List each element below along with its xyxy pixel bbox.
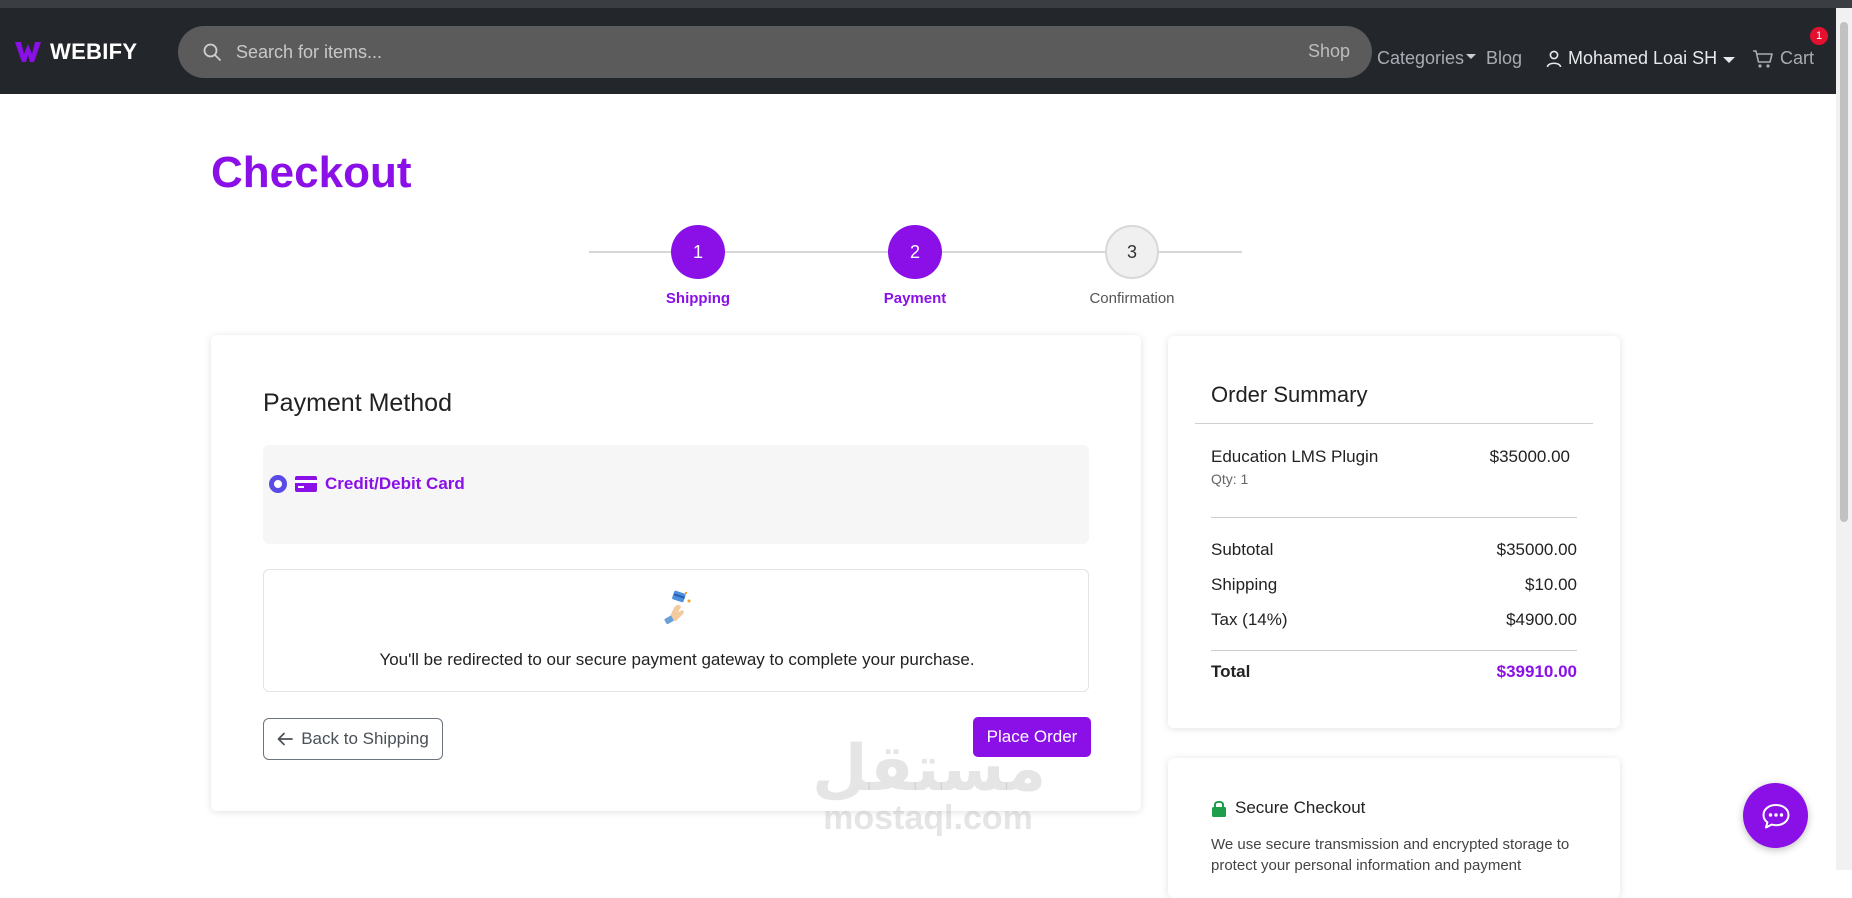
payment-method-title: Payment Method [263, 389, 452, 417]
credit-card-icon [295, 476, 317, 492]
step-shipping: 1 Shipping [638, 225, 758, 307]
shipping-row: Shipping $10.00 [1211, 575, 1577, 595]
page-scrollbar[interactable] [1836, 8, 1852, 870]
search-icon [203, 43, 221, 61]
watermark: مستقل mostaql.com [812, 732, 1047, 837]
chat-icon [1762, 803, 1789, 828]
tax-row: Tax (14%) $4900.00 [1211, 610, 1577, 630]
navbar: WEBIFY Shop Categories Blog Mohamed Loai… [0, 8, 1836, 94]
divider [1211, 517, 1577, 518]
shipping-label: Shipping [1211, 575, 1278, 594]
step-label: Shipping [665, 290, 731, 307]
step-payment: 2 Payment [855, 225, 975, 307]
step-confirmation: 3 Confirmation [1072, 225, 1192, 307]
page-title: Checkout [211, 148, 412, 197]
nav-blog[interactable]: Blog [1486, 48, 1522, 69]
subtotal-value: $35000.00 [1496, 540, 1577, 559]
total-value: $39910.00 [1496, 662, 1577, 681]
order-summary-title: Order Summary [1211, 382, 1368, 407]
subtotal-label: Subtotal [1211, 540, 1274, 559]
total-row: Total $39910.00 [1211, 662, 1577, 682]
secure-checkout-title: Secure Checkout [1235, 798, 1366, 817]
user-name: Mohamed Loai SH [1568, 48, 1718, 68]
chevron-down-icon [1466, 53, 1477, 59]
cart-link[interactable]: Cart [1752, 48, 1814, 69]
payment-option-card[interactable]: Credit/Debit Card [263, 445, 1089, 544]
scrollbar-thumb[interactable] [1840, 22, 1848, 522]
order-summary-card: Order Summary Education LMS Plugin Qty: … [1168, 336, 1620, 728]
payment-gateway-info: You'll be redirected to our secure payme… [263, 569, 1089, 692]
brand-name: WEBIFY [50, 39, 138, 64]
cart-icon [1753, 49, 1773, 68]
order-item-price: $35000.00 [1489, 447, 1570, 466]
step-label: Confirmation [1089, 290, 1175, 307]
secure-checkout-card: Secure Checkout We use secure transmissi… [1168, 758, 1620, 898]
back-to-shipping-button[interactable]: Back to Shipping [263, 718, 443, 760]
lock-icon [1212, 800, 1226, 817]
nav-categories[interactable]: Categories [1377, 48, 1477, 69]
user-dropdown-chevron-icon[interactable] [1723, 57, 1735, 63]
payment-option-radio[interactable] [269, 475, 287, 493]
search-bar: Shop [178, 26, 1372, 78]
order-item-name: Education LMS Plugin [1211, 447, 1379, 466]
order-item-qty: Qty: 1 [1211, 471, 1249, 487]
watermark-latin: mostaql.com [823, 799, 1033, 837]
divider [1195, 423, 1593, 424]
user-icon [1546, 50, 1562, 67]
step-label: Payment [883, 290, 947, 307]
payment-option-label: Credit/Debit Card [325, 474, 465, 493]
user-menu[interactable]: Mohamed Loai SH [1546, 48, 1717, 69]
cart-label: Cart [1780, 48, 1815, 68]
step-number: 2 [888, 225, 942, 279]
webify-logo-icon [15, 42, 41, 62]
payment-gateway-text: You'll be redirected to our secure payme… [379, 650, 975, 669]
shipping-value: $10.00 [1525, 575, 1577, 594]
tax-label: Tax (14%) [1211, 610, 1288, 629]
tax-value: $4900.00 [1506, 610, 1577, 629]
step-number: 1 [671, 225, 725, 279]
divider [1211, 650, 1577, 651]
browser-top-strip [0, 0, 1852, 8]
step-number: 3 [1105, 225, 1159, 279]
subtotal-row: Subtotal $35000.00 [1211, 540, 1577, 560]
arrow-left-icon [277, 732, 294, 746]
total-label: Total [1211, 662, 1251, 681]
nav-categories-label: Categories [1377, 48, 1465, 68]
brand-logo-link[interactable]: WEBIFY [14, 39, 137, 65]
back-to-shipping-label: Back to Shipping [301, 729, 429, 748]
cart-count-badge: 1 [1810, 27, 1828, 45]
search-input[interactable] [236, 36, 1136, 68]
watermark-arabic: مستقل [812, 732, 1047, 804]
search-shop-link[interactable]: Shop [1308, 41, 1350, 62]
chat-button[interactable] [1743, 783, 1808, 848]
card-in-hand-icon [664, 590, 691, 624]
